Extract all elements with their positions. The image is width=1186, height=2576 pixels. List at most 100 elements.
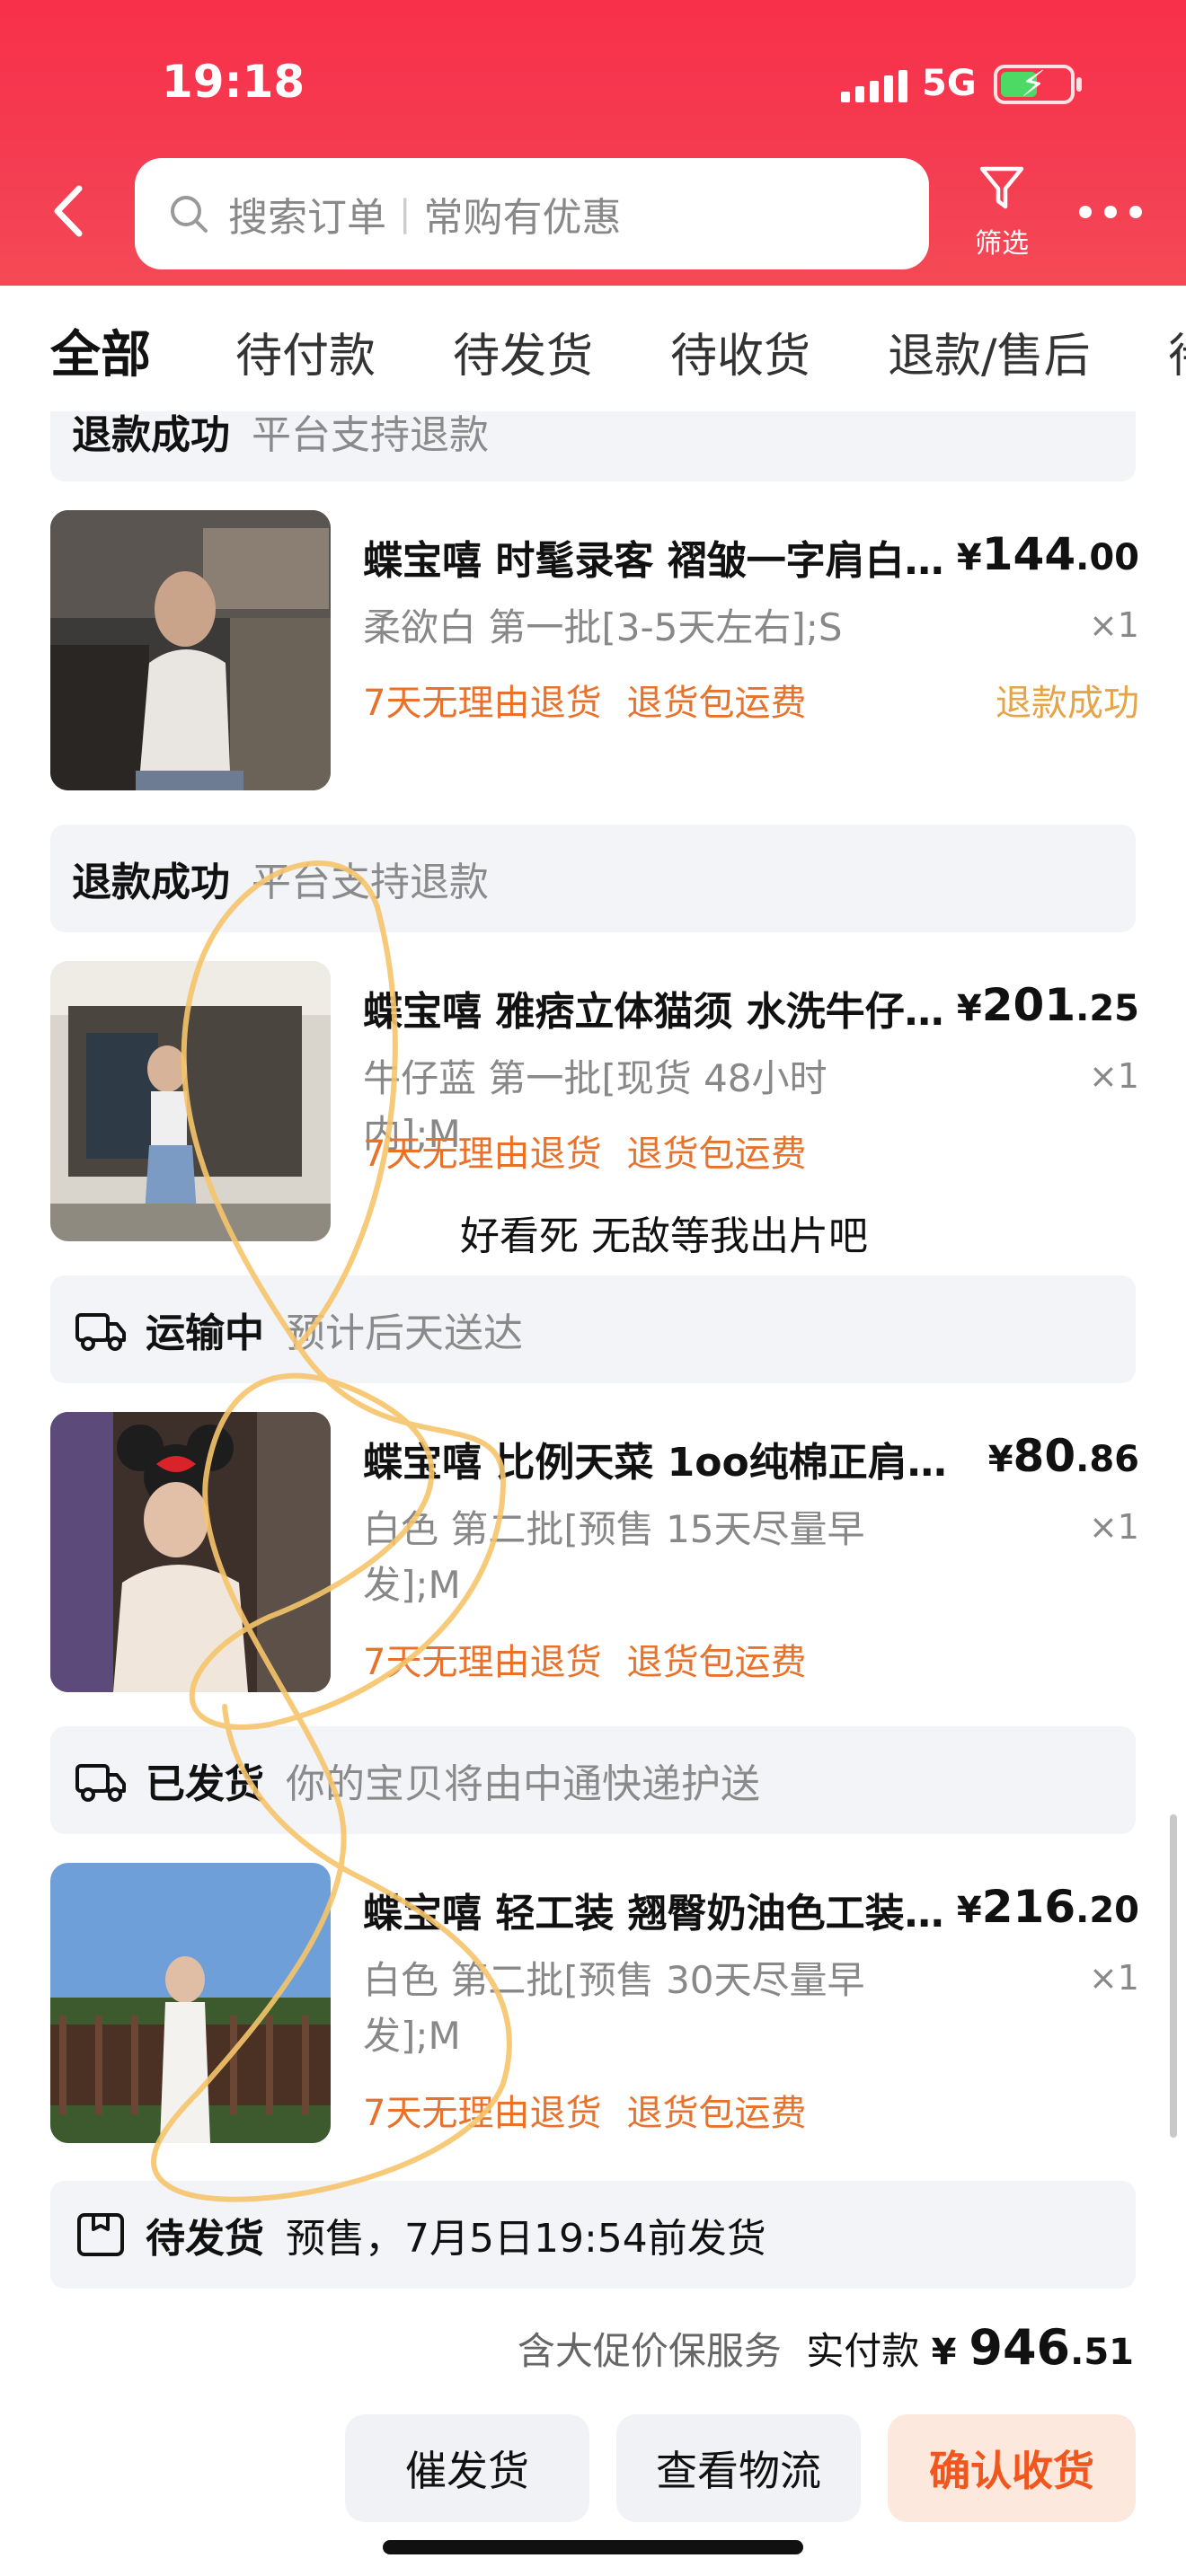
order-status-note: 平台支持退款 bbox=[252, 860, 489, 905]
paid-amount: ¥ 946.51 bbox=[931, 2319, 1134, 2376]
chevron-left-icon bbox=[54, 185, 83, 237]
more-options-button[interactable] bbox=[1075, 194, 1146, 230]
product-title[interactable]: 蝶宝嘻 雅痞立体猫须 水洗牛仔… bbox=[363, 979, 965, 1037]
service-tags: 7天无理由退货 退货包运费 bbox=[363, 1125, 831, 1177]
price-symbol: ¥ bbox=[956, 537, 982, 578]
tag-7day-return: 7天无理由退货 bbox=[363, 1134, 602, 1175]
paid-decimal: .51 bbox=[1070, 2332, 1134, 2373]
search-icon bbox=[171, 196, 208, 233]
pending-shipment-bar[interactable]: 待发货 预售，7月5日19:54前发货 bbox=[50, 2181, 1136, 2289]
product-spec: 白色 第二批[预售 15天尽量早发];M bbox=[363, 1507, 865, 1607]
order-status-note: 预计后天送达 bbox=[286, 1310, 523, 1356]
urge-shipment-button[interactable]: 催发货 bbox=[345, 2414, 589, 2522]
product-photo bbox=[50, 961, 331, 1241]
tag-free-return-shipping: 退货包运费 bbox=[626, 683, 807, 724]
price-decimal: .86 bbox=[1075, 1439, 1139, 1480]
scrollbar[interactable] bbox=[1170, 1814, 1177, 2138]
product-photo bbox=[50, 1412, 331, 1692]
product-price: ¥144.00 bbox=[957, 528, 1139, 580]
price-integer: 216 bbox=[981, 1881, 1076, 1933]
price-integer: 144 bbox=[981, 528, 1076, 580]
order-status: 退款成功 bbox=[72, 860, 230, 905]
pending-status: 待发货 bbox=[146, 2216, 264, 2262]
tab-pending-receipt-label[interactable]: 待收货 bbox=[670, 318, 810, 385]
handwritten-caption: 好看死 无敌等我出片吧 bbox=[460, 1213, 868, 1259]
order-status-strip: 退款成功 平台支持退款 bbox=[50, 411, 1136, 481]
price-symbol: ¥ bbox=[956, 988, 982, 1029]
product-spec: 白色 第二批[预售 30天尽量早发];M bbox=[363, 1958, 865, 2058]
search-promo-hint: 常购有优惠 bbox=[423, 195, 622, 241]
product-quantity: ×1 bbox=[1088, 1958, 1139, 1998]
product-title[interactable]: 蝶宝嘻 时髦录客 褶皱一字肩白… bbox=[363, 528, 965, 586]
tag-7day-return: 7天无理由退货 bbox=[363, 2093, 602, 2134]
status-time: 19:18 bbox=[162, 56, 305, 108]
filter-button[interactable]: 筛选 bbox=[961, 162, 1042, 260]
view-logistics-button[interactable]: 查看物流 bbox=[616, 2414, 861, 2522]
price-symbol: ¥ bbox=[987, 1439, 1013, 1480]
product-thumbnail[interactable] bbox=[50, 510, 331, 790]
product-quantity: ×1 bbox=[1088, 1507, 1139, 1547]
paid-symbol: ¥ bbox=[931, 2332, 957, 2373]
product-quantity: ×1 bbox=[1088, 1056, 1139, 1096]
price-decimal: .20 bbox=[1075, 1890, 1139, 1931]
product-price: ¥80.86 bbox=[988, 1430, 1139, 1482]
home-indicator[interactable] bbox=[383, 2540, 803, 2554]
order-status-bar[interactable]: 运输中 预计后天送达 bbox=[50, 1275, 1136, 1383]
product-thumbnail[interactable] bbox=[50, 1863, 331, 2143]
network-type: 5G bbox=[922, 63, 977, 104]
order-status-note-text: 平台支持退款 bbox=[252, 412, 489, 458]
refund-state[interactable]: 退款成功 bbox=[996, 674, 1139, 726]
order-status-note: 你的宝贝将由中通快递护送 bbox=[286, 1761, 760, 1807]
tab-all-label[interactable]: 全部 bbox=[50, 314, 151, 387]
tag-7day-return: 7天无理由退货 bbox=[363, 1642, 602, 1683]
product-title[interactable]: 蝶宝嘻 比例天菜 1oo纯棉正肩… bbox=[363, 1430, 965, 1487]
price-integer: 80 bbox=[1013, 1430, 1076, 1482]
tag-free-return-shipping: 退货包运费 bbox=[626, 1642, 807, 1683]
tab-pending-shipment-label[interactable]: 待发货 bbox=[453, 318, 593, 385]
paid-integer: 946 bbox=[969, 2319, 1071, 2376]
tab-refund-aftersale-label[interactable]: 退款/售后 bbox=[888, 318, 1091, 385]
tag-7day-return: 7天无理由退货 bbox=[363, 683, 602, 724]
pending-note: 预售，7月5日19:54前发货 bbox=[286, 2216, 766, 2262]
tag-free-return-shipping: 退货包运费 bbox=[626, 2093, 807, 2134]
back-button[interactable] bbox=[40, 180, 102, 243]
search-input[interactable]: 搜索订单 | 常购有优惠 bbox=[135, 158, 929, 269]
product-quantity: ×1 bbox=[1088, 605, 1139, 645]
truck-icon bbox=[75, 1313, 126, 1351]
price-protection-note: 含大促价保服务 bbox=[517, 2329, 782, 2373]
more-dots-icon bbox=[1079, 206, 1142, 218]
filter-label: 筛选 bbox=[975, 228, 1029, 260]
product-title[interactable]: 蝶宝嘻 轻工装 翘臀奶油色工装… bbox=[363, 1881, 965, 1938]
service-tags: 7天无理由退货 退货包运费 bbox=[363, 2084, 831, 2136]
price-symbol: ¥ bbox=[956, 1890, 982, 1931]
product-price: ¥216.20 bbox=[957, 1881, 1139, 1933]
order-status: 运输中 bbox=[146, 1310, 264, 1356]
order-status-text: 退款成功 bbox=[72, 412, 230, 458]
battery-charging-icon: ⚡ bbox=[994, 65, 1082, 104]
service-tags: 7天无理由退货 退货包运费 bbox=[363, 1633, 831, 1685]
order-status: 已发货 bbox=[146, 1761, 264, 1807]
price-decimal: .00 bbox=[1075, 537, 1139, 578]
service-tags: 7天无理由退货 退货包运费 bbox=[363, 674, 831, 726]
tag-free-return-shipping: 退货包运费 bbox=[626, 1134, 807, 1175]
order-status-bar: 退款成功 平台支持退款 bbox=[50, 825, 1136, 932]
app-header: 19:18 5G ⚡ 搜索订单 | 常购有优惠 筛选 bbox=[0, 0, 1186, 286]
funnel-icon bbox=[979, 166, 1024, 209]
product-price: ¥201.25 bbox=[957, 979, 1139, 1031]
product-spec: 柔欲白 第一批[3-5天左右];S bbox=[363, 605, 843, 649]
tab-pending-payment-label[interactable]: 待付款 bbox=[235, 318, 376, 385]
paid-label: 实付款 bbox=[806, 2329, 920, 2373]
product-thumbnail[interactable] bbox=[50, 961, 331, 1241]
price-decimal: .25 bbox=[1075, 988, 1139, 1029]
tab-overflow-label[interactable]: 待 bbox=[1168, 318, 1186, 385]
price-integer: 201 bbox=[981, 979, 1076, 1031]
product-photo bbox=[50, 510, 331, 790]
confirm-receipt-button[interactable]: 确认收货 bbox=[888, 2414, 1136, 2522]
package-icon bbox=[77, 2213, 124, 2256]
search-placeholder: 搜索订单 bbox=[228, 195, 386, 241]
payment-summary: 含大促价保服务 实付款 ¥ 946.51 bbox=[518, 2319, 1134, 2376]
product-photo bbox=[50, 1863, 331, 2143]
product-thumbnail[interactable] bbox=[50, 1412, 331, 1692]
order-status-bar[interactable]: 已发货 你的宝贝将由中通快递护送 bbox=[50, 1726, 1136, 1834]
search-separator: | bbox=[399, 193, 412, 234]
